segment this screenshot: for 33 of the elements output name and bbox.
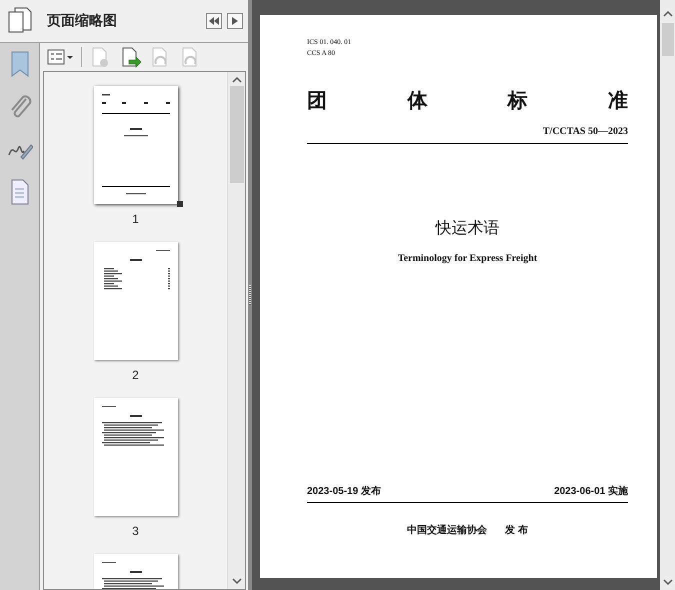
document-icon[interactable]: [10, 179, 30, 205]
expand-panel-button[interactable]: [227, 13, 243, 29]
page-number: 3: [132, 524, 139, 538]
document-title: 快运术语: [436, 218, 500, 239]
publisher: 中国交通运输协会: [407, 523, 488, 537]
heading-character: 体: [407, 89, 428, 114]
page-thumbnail[interactable]: [94, 86, 178, 204]
list-options-icon: [47, 48, 73, 66]
panel-title: 页面缩略图: [47, 12, 118, 30]
page-number: 2: [132, 368, 139, 382]
page-number: 1: [132, 212, 139, 226]
english-title: Terminology for Express Freight: [398, 253, 538, 264]
insert-page-button[interactable]: [120, 46, 142, 68]
standard-number: T/CCTAS 50—2023: [542, 126, 628, 137]
page-thumbnail[interactable]: [94, 242, 178, 360]
issue-date: 2023-05-19 发布: [307, 484, 381, 498]
heading-character: 团: [307, 89, 327, 114]
scrollbar-thumb[interactable]: [230, 86, 244, 183]
scrollbar-thumb[interactable]: [662, 23, 674, 56]
double-left-arrow-icon: [209, 17, 219, 25]
scroll-down-icon[interactable]: [662, 578, 672, 586]
heading-character: 准: [608, 89, 628, 114]
scroll-down-icon[interactable]: [232, 577, 242, 585]
effective-date: 2023-06-01 实施: [554, 484, 628, 498]
collapse-panel-button[interactable]: [206, 13, 222, 29]
page-thumbnail[interactable]: [94, 398, 178, 516]
options-dropdown[interactable]: [47, 48, 73, 66]
scroll-up-icon[interactable]: [662, 10, 672, 18]
heading-character: 标: [508, 89, 528, 114]
scroll-up-icon[interactable]: [232, 76, 242, 84]
viewport-marker[interactable]: [176, 201, 182, 207]
right-arrow-icon: [232, 17, 238, 25]
publish-label: 发 布: [505, 524, 528, 537]
